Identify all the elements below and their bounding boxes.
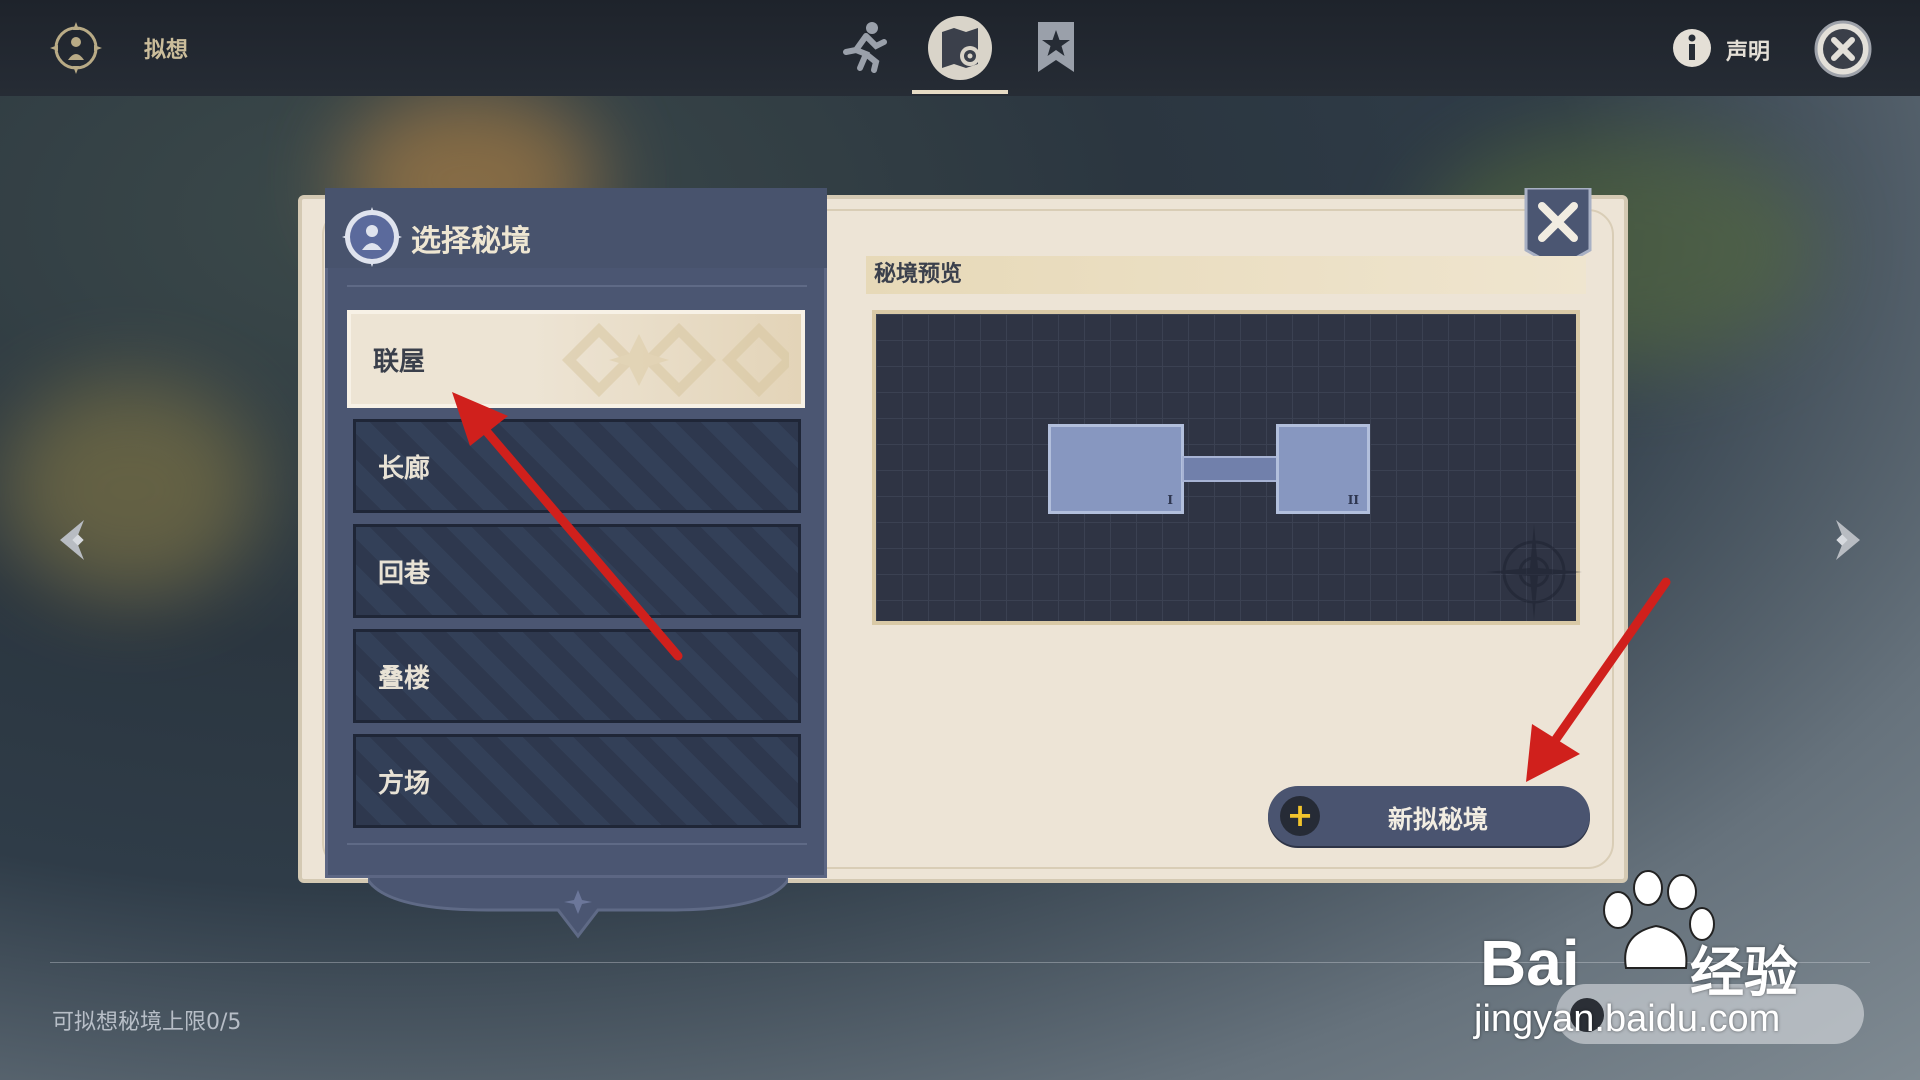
compass-emblem-icon bbox=[342, 207, 402, 267]
domain-item[interactable]: 方场 bbox=[353, 734, 801, 828]
divider bbox=[347, 843, 807, 845]
domain-item[interactable]: 叠楼 bbox=[353, 629, 801, 723]
compass-emblem-icon bbox=[50, 22, 102, 74]
domain-item-selected[interactable]: 联屋 bbox=[347, 310, 805, 408]
compass-rose-icon bbox=[1486, 524, 1582, 620]
panel-title: 选择秘境 bbox=[411, 224, 531, 259]
domain-item-label: 方场 bbox=[378, 768, 431, 799]
baidu-watermark: Bai 经验 jingyan.baidu.com bbox=[1470, 870, 1920, 1080]
domain-item-label: 叠楼 bbox=[378, 663, 431, 694]
domain-item-label: 回巷 bbox=[378, 558, 431, 589]
next-arrow-icon[interactable] bbox=[1826, 518, 1866, 562]
map-gear-icon[interactable] bbox=[926, 14, 994, 82]
domain-item-label: 长廊 bbox=[378, 453, 431, 484]
room-label: I bbox=[1167, 493, 1173, 507]
preview-room: I bbox=[1048, 424, 1184, 514]
top-bar: 拟想 声明 bbox=[0, 0, 1920, 96]
preview-corridor bbox=[1182, 456, 1278, 482]
new-domain-label: 新拟秘境 bbox=[1388, 805, 1489, 834]
pane-bottom-ornament bbox=[368, 870, 788, 939]
close-icon[interactable] bbox=[1814, 20, 1872, 78]
domain-limit-text: 可拟想秘境上限0/5 bbox=[52, 1010, 242, 1035]
statement-button[interactable]: 声明 bbox=[1726, 34, 1770, 66]
page-title: 拟想 bbox=[144, 38, 189, 63]
domain-preview-map: I II bbox=[872, 310, 1582, 625]
room-label: II bbox=[1347, 493, 1359, 507]
plus-icon: + bbox=[1280, 796, 1320, 836]
watermark-brand: Bai bbox=[1480, 927, 1580, 999]
info-icon[interactable] bbox=[1672, 28, 1712, 68]
preview-room: II bbox=[1276, 424, 1370, 514]
domain-item-label: 联屋 bbox=[373, 346, 426, 377]
new-domain-button[interactable]: + 新拟秘境 bbox=[1268, 786, 1590, 846]
divider bbox=[347, 285, 807, 287]
bookmark-star-icon[interactable] bbox=[1022, 14, 1090, 82]
previous-arrow-icon[interactable] bbox=[54, 518, 94, 562]
active-tab-indicator bbox=[912, 90, 1008, 94]
watermark-url: jingyan.baidu.com bbox=[1474, 998, 1781, 1040]
domain-item[interactable]: 回巷 bbox=[353, 524, 801, 618]
watermark-suffix: 经验 bbox=[1690, 941, 1798, 1004]
ornament-pattern bbox=[561, 322, 789, 398]
domain-list-pane: 选择秘境 联屋 长廊 回巷 叠楼 方场 bbox=[325, 188, 827, 878]
running-figure-icon[interactable] bbox=[830, 14, 898, 82]
preview-heading: 秘境预览 bbox=[866, 256, 1586, 294]
background-glow bbox=[0, 380, 260, 600]
domain-item[interactable]: 长廊 bbox=[353, 419, 801, 513]
